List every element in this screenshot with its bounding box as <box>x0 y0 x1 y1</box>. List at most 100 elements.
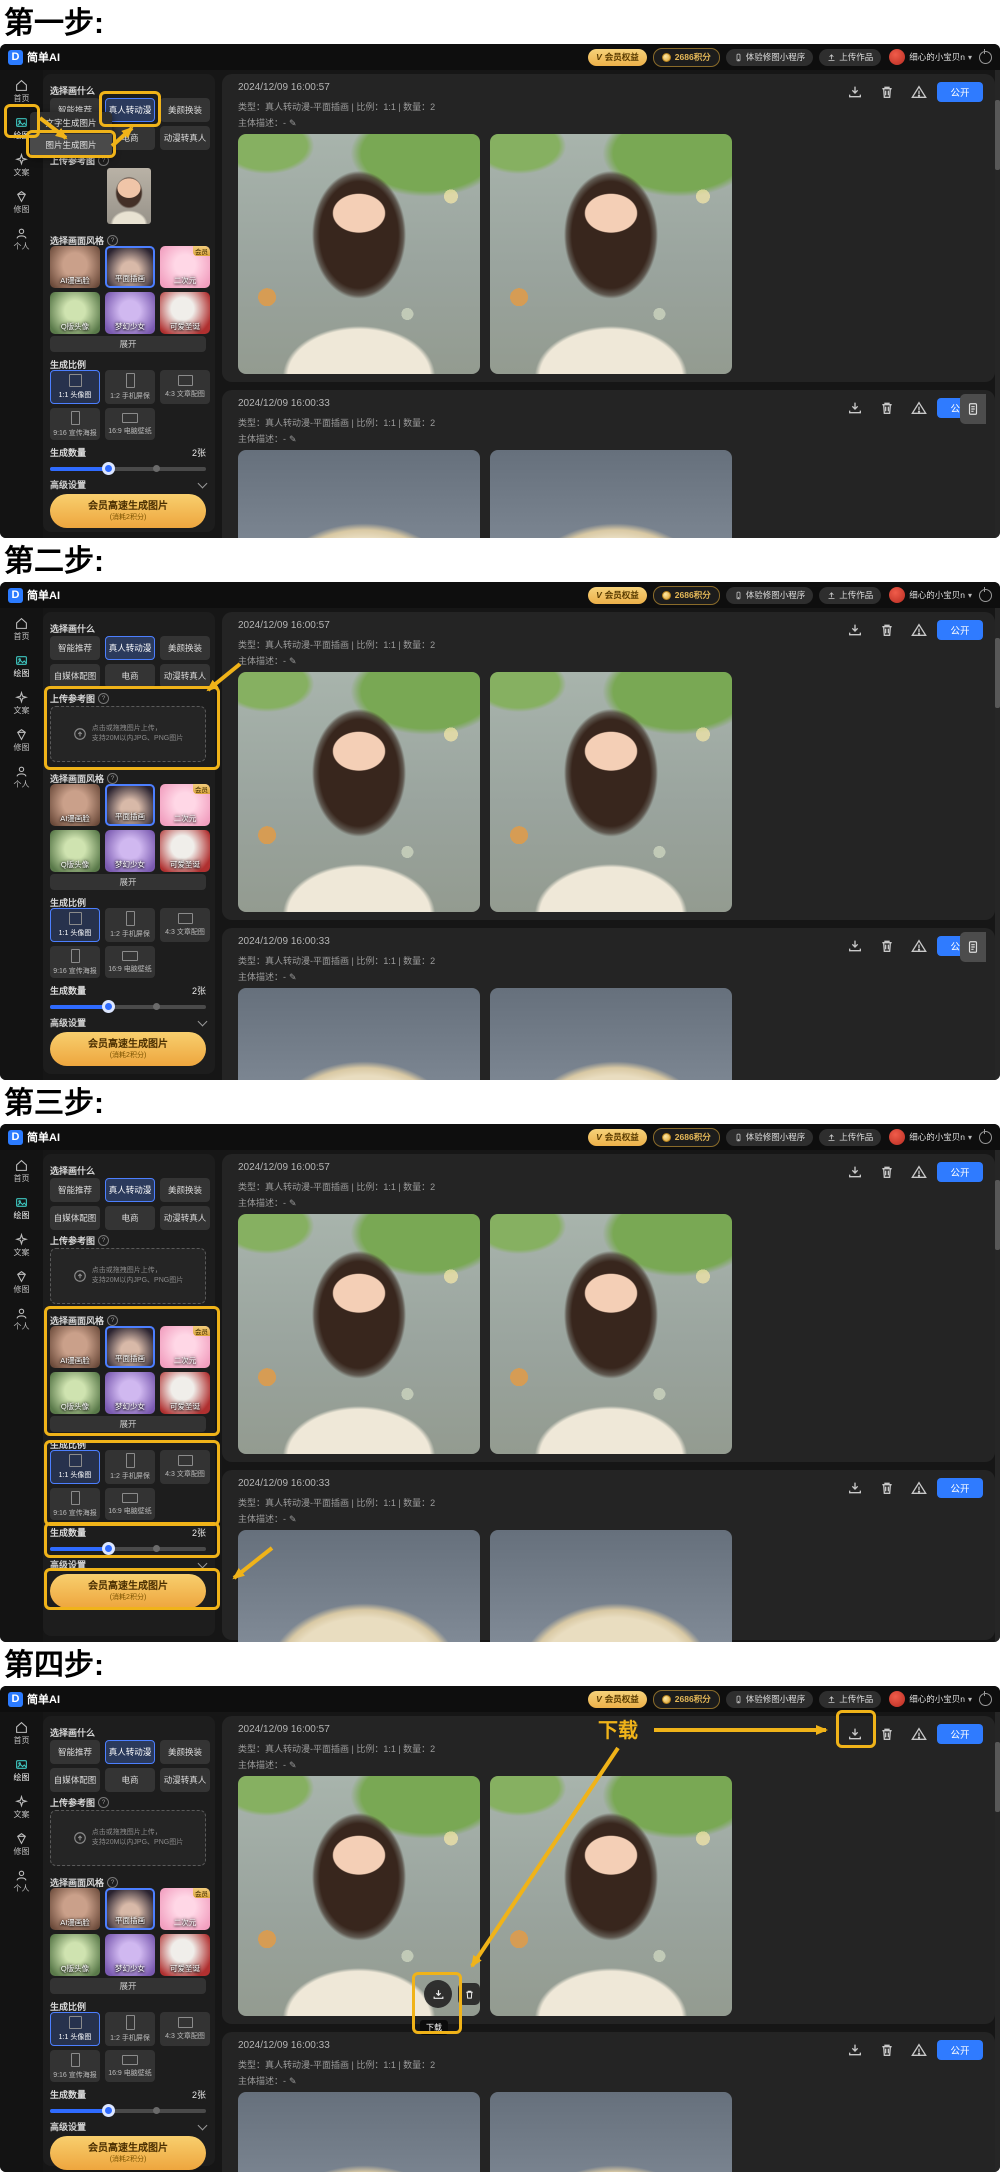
report-button[interactable] <box>911 622 927 638</box>
sidebar-item-home[interactable]: 首页 <box>0 1156 43 1187</box>
generated-image[interactable] <box>238 988 480 1080</box>
ratio-button-16-9[interactable]: 16:9 电脑壁纸 <box>105 2050 155 2082</box>
publish-button[interactable]: 公开 <box>937 620 983 640</box>
choose-button-real-to-anime[interactable]: 真人转动漫 <box>105 1178 155 1202</box>
delete-button[interactable] <box>879 938 895 954</box>
choose-button-media[interactable]: 自媒体配图 <box>50 664 100 688</box>
count-slider-knob[interactable] <box>102 1000 115 1013</box>
ratio-button-9-16[interactable]: 9:16 宣传海报 <box>50 2050 100 2082</box>
download-button[interactable] <box>847 1480 863 1496</box>
choose-button-ecommerce[interactable]: 电商 <box>105 1206 155 1230</box>
edit-icon[interactable]: ✎ <box>289 1760 297 1770</box>
feedback-note-button[interactable] <box>960 394 986 424</box>
download-button[interactable] <box>847 84 863 100</box>
points-button[interactable]: 2686积分 <box>653 1690 720 1709</box>
sidebar-item-draw[interactable]: 绘图 <box>0 651 43 682</box>
choose-button-beauty[interactable]: 美颜换装 <box>160 1740 210 1764</box>
logout-icon[interactable] <box>979 589 992 602</box>
ratio-button-4-3[interactable]: 4:3 文章配图 <box>160 908 210 942</box>
miniapp-button[interactable]: 体验修图小程序 <box>726 1691 814 1708</box>
style-thumb-dream-girl[interactable]: 梦幻少女 <box>105 292 155 334</box>
style-thumb-dream-girl[interactable]: 梦幻少女 <box>105 830 155 872</box>
sidebar-item-copywriting[interactable]: 文案 <box>0 688 43 719</box>
generated-image[interactable] <box>490 134 732 374</box>
avatar[interactable] <box>889 1691 905 1707</box>
choose-button-anime-to-real[interactable]: 动漫转真人 <box>160 126 210 150</box>
expand-styles-button[interactable]: 展开 <box>50 874 206 890</box>
generate-button[interactable]: 会员高速生成图片(消耗2积分) <box>50 2136 206 2170</box>
delete-button[interactable] <box>879 622 895 638</box>
scrollbar[interactable] <box>995 608 1000 1080</box>
ratio-button-4-3[interactable]: 4:3 文章配图 <box>160 370 210 404</box>
delete-button[interactable] <box>879 1164 895 1180</box>
advanced-settings-toggle[interactable]: 高级设置 <box>50 1016 206 1029</box>
style-thumb-christmas[interactable]: 可爱圣诞 <box>160 830 210 872</box>
avatar[interactable] <box>889 49 905 65</box>
logout-icon[interactable] <box>979 1693 992 1706</box>
delete-button[interactable] <box>879 84 895 100</box>
avatar[interactable] <box>889 1129 905 1145</box>
sidebar-item-home[interactable]: 首页 <box>0 76 43 107</box>
publish-button[interactable]: 公开 <box>937 82 983 102</box>
style-thumb-q-avatar[interactable]: Q版头像 <box>50 292 100 334</box>
delete-button[interactable] <box>879 2042 895 2058</box>
upload-work-button[interactable]: 上传作品 <box>819 49 881 66</box>
generated-image[interactable] <box>490 1214 732 1454</box>
choose-button-beauty[interactable]: 美颜换装 <box>160 1178 210 1202</box>
delete-button[interactable] <box>879 1726 895 1742</box>
edit-icon[interactable]: ✎ <box>289 1514 297 1524</box>
member-benefits-button[interactable]: V会员权益 <box>588 1129 647 1146</box>
style-thumb-2d[interactable]: 会员二次元 <box>160 246 210 288</box>
generated-image[interactable] <box>490 1530 732 1642</box>
expand-styles-button[interactable]: 展开 <box>50 1978 206 1994</box>
upload-work-button[interactable]: 上传作品 <box>819 1129 881 1146</box>
sidebar-item-retouch[interactable]: 修图 <box>0 725 43 756</box>
sidebar-item-copywriting[interactable]: 文案 <box>0 1792 43 1823</box>
chevron-down-icon[interactable]: ▾ <box>968 53 972 62</box>
sidebar-item-profile[interactable]: 个人 <box>0 1304 43 1335</box>
style-thumb-christmas[interactable]: 可爱圣诞 <box>160 292 210 334</box>
edit-icon[interactable]: ✎ <box>289 2076 297 2086</box>
upload-dropzone[interactable]: 点击或拖拽图片上传，支持20M以内JPG、PNG图片 <box>50 1810 206 1866</box>
upload-dropzone[interactable]: 点击或拖拽图片上传，支持20M以内JPG、PNG图片 <box>50 1248 206 1304</box>
ratio-button-1-2[interactable]: 1:2 手机屏保 <box>105 2012 155 2046</box>
choose-button-media[interactable]: 自媒体配图 <box>50 1768 100 1792</box>
ratio-button-16-9[interactable]: 16:9 电脑壁纸 <box>105 946 155 978</box>
publish-button[interactable]: 公开 <box>937 1478 983 1498</box>
member-benefits-button[interactable]: V会员权益 <box>588 587 647 604</box>
publish-button[interactable]: 公开 <box>937 1724 983 1744</box>
sidebar-item-retouch[interactable]: 修图 <box>0 187 43 218</box>
style-thumb-dream-girl[interactable]: 梦幻少女 <box>105 1934 155 1976</box>
edit-icon[interactable]: ✎ <box>289 972 297 982</box>
choose-button-ecommerce[interactable]: 电商 <box>105 664 155 688</box>
logout-icon[interactable] <box>979 1131 992 1144</box>
generated-image[interactable] <box>490 672 732 912</box>
sidebar-item-draw[interactable]: 绘图 <box>0 1193 43 1224</box>
choose-button-smart[interactable]: 智能推荐 <box>50 636 100 660</box>
style-thumb-christmas[interactable]: 可爱圣诞 <box>160 1934 210 1976</box>
generate-button[interactable]: 会员高速生成图片(消耗2积分) <box>50 1032 206 1066</box>
sidebar-item-copywriting[interactable]: 文案 <box>0 1230 43 1261</box>
points-button[interactable]: 2686积分 <box>653 586 720 605</box>
style-thumb-flat-illustration[interactable]: 平面插画 <box>105 784 155 826</box>
miniapp-button[interactable]: 体验修图小程序 <box>726 49 814 66</box>
sidebar-item-draw[interactable]: 绘图 <box>0 1755 43 1786</box>
chevron-down-icon[interactable]: ▾ <box>968 1695 972 1704</box>
generated-image[interactable] <box>490 988 732 1080</box>
advanced-settings-toggle[interactable]: 高级设置 <box>50 2120 206 2133</box>
generated-image[interactable] <box>238 450 480 538</box>
sidebar-item-home[interactable]: 首页 <box>0 614 43 645</box>
report-button[interactable] <box>911 938 927 954</box>
style-thumb-2d[interactable]: 会员二次元 <box>160 1888 210 1930</box>
edit-icon[interactable]: ✎ <box>289 118 297 128</box>
ratio-button-1-1[interactable]: 1:1 头像图 <box>50 370 100 404</box>
count-slider-knob[interactable] <box>102 462 115 475</box>
style-thumb-ai-comic[interactable]: AI漫画脸 <box>50 784 100 826</box>
member-benefits-button[interactable]: V会员权益 <box>588 49 647 66</box>
generated-image[interactable] <box>238 2092 480 2172</box>
report-button[interactable] <box>911 84 927 100</box>
member-benefits-button[interactable]: V会员权益 <box>588 1691 647 1708</box>
choose-button-real-to-anime[interactable]: 真人转动漫 <box>105 1740 155 1764</box>
edit-icon[interactable]: ✎ <box>289 1198 297 1208</box>
choose-button-real-to-anime[interactable]: 真人转动漫 <box>105 636 155 660</box>
